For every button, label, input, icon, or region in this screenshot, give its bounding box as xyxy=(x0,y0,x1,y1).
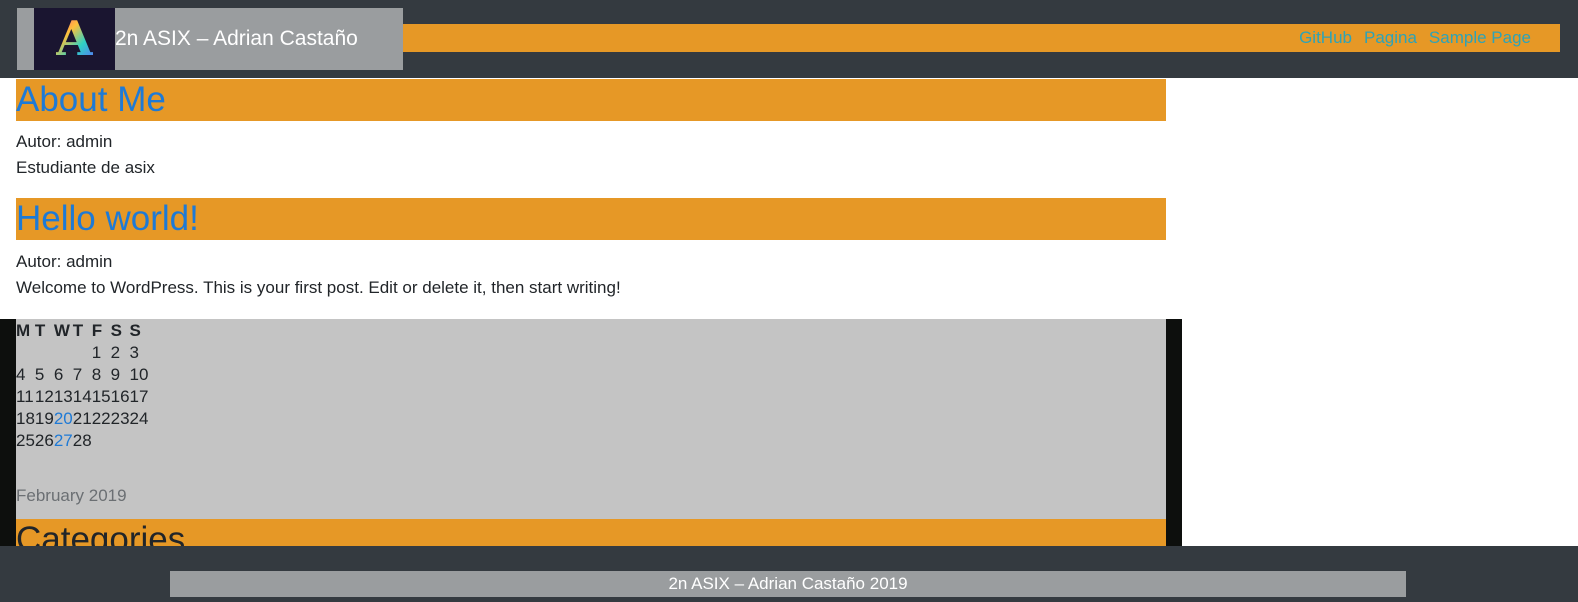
calendar-day: 11 xyxy=(16,387,34,406)
calendar-day: 12 xyxy=(34,387,54,406)
calendar-day: 23 xyxy=(110,409,130,428)
post-title-hello-world[interactable]: Hello world! xyxy=(16,198,1166,240)
calendar-day: 10 xyxy=(129,365,149,384)
calendar-day: 6 xyxy=(53,365,64,384)
main-nav: GitHub Pagina Sample Page xyxy=(1299,24,1531,52)
calendar-day xyxy=(92,430,111,452)
calendar-day-header: T xyxy=(34,321,46,340)
calendar-day xyxy=(111,430,130,452)
widget-panel xyxy=(16,319,1166,546)
categories-widget-title: Categories xyxy=(16,519,1166,546)
footer-text: 2n ASIX – Adrian Castaño 2019 xyxy=(170,571,1406,597)
site-header: A 2n ASIX – Adrian Castaño GitHub Pagina… xyxy=(0,0,1578,78)
calendar-week-row: 18 19 20 21 22 23 24 xyxy=(16,408,148,430)
calendar-day: 26 xyxy=(34,431,54,450)
calendar-day: 28 xyxy=(72,431,92,450)
calendar-day: 19 xyxy=(34,409,54,428)
calendar-widget: M T W T F S S 1 2 3 4 5 6 7 8 9 10 11 12… xyxy=(16,320,148,452)
site-logo[interactable]: A xyxy=(34,8,115,70)
calendar-day xyxy=(54,342,73,364)
calendar-day: 13 xyxy=(53,387,73,406)
calendar-day xyxy=(35,342,54,364)
calendar-day xyxy=(16,342,35,364)
calendar-day-header: M xyxy=(16,321,31,340)
calendar-day-header: F xyxy=(91,321,103,340)
calendar-day: 7 xyxy=(72,365,83,384)
calendar-day: 5 xyxy=(34,365,45,384)
calendar-week-row: 11 12 13 14 15 16 17 xyxy=(16,386,148,408)
site-title[interactable]: 2n ASIX – Adrian Castaño xyxy=(115,8,358,70)
calendar-day: 4 xyxy=(16,365,26,384)
post-author: Autor: admin xyxy=(16,252,113,271)
calendar-day: 21 xyxy=(72,409,92,428)
post-author: Autor: admin xyxy=(16,132,113,151)
calendar-day: 22 xyxy=(91,409,111,428)
post-content: Welcome to WordPress. This is your first… xyxy=(16,278,621,297)
nav-link-github[interactable]: GitHub xyxy=(1299,28,1352,48)
nav-link-pagina[interactable]: Pagina xyxy=(1364,28,1417,48)
calendar-day-header: T xyxy=(72,321,84,340)
calendar-header-row: M T W T F S S xyxy=(16,320,148,342)
calendar-day: 16 xyxy=(110,387,130,406)
calendar-day-header: S xyxy=(129,321,141,340)
calendar-day-header: S xyxy=(110,321,122,340)
post-content: Estudiante de asix xyxy=(16,158,155,177)
calendar-day: 2 xyxy=(110,343,121,362)
site-footer: 2n ASIX – Adrian Castaño 2019 xyxy=(0,546,1578,602)
calendar-caption: February 2019 xyxy=(16,486,127,505)
calendar-day: 24 xyxy=(129,409,149,428)
calendar-week-row: 4 5 6 7 8 9 10 xyxy=(16,364,148,386)
calendar-day: 8 xyxy=(91,365,102,384)
calendar-week-row: 1 2 3 xyxy=(16,342,148,364)
calendar-day: 3 xyxy=(129,343,139,362)
site-brand[interactable]: A 2n ASIX – Adrian Castaño xyxy=(17,8,403,70)
calendar-day-link[interactable]: 27 xyxy=(54,430,73,452)
calendar-day: 25 xyxy=(16,431,35,450)
calendar-day xyxy=(130,430,149,452)
calendar-day: 14 xyxy=(72,387,92,406)
calendar-day: 1 xyxy=(91,343,102,362)
calendar-day: 15 xyxy=(91,387,111,406)
calendar-day-link[interactable]: 20 xyxy=(54,408,73,430)
calendar-day xyxy=(73,342,92,364)
calendar-day: 18 xyxy=(16,409,35,428)
post-title-about-me[interactable]: About Me xyxy=(16,79,1166,121)
calendar-day: 9 xyxy=(110,365,121,384)
logo-letter-icon: A xyxy=(55,11,94,67)
calendar-day: 17 xyxy=(129,387,149,406)
calendar-day-header: W xyxy=(53,321,70,340)
nav-link-sample-page[interactable]: Sample Page xyxy=(1429,28,1531,48)
calendar-week-row: 25 26 27 28 xyxy=(16,430,148,452)
